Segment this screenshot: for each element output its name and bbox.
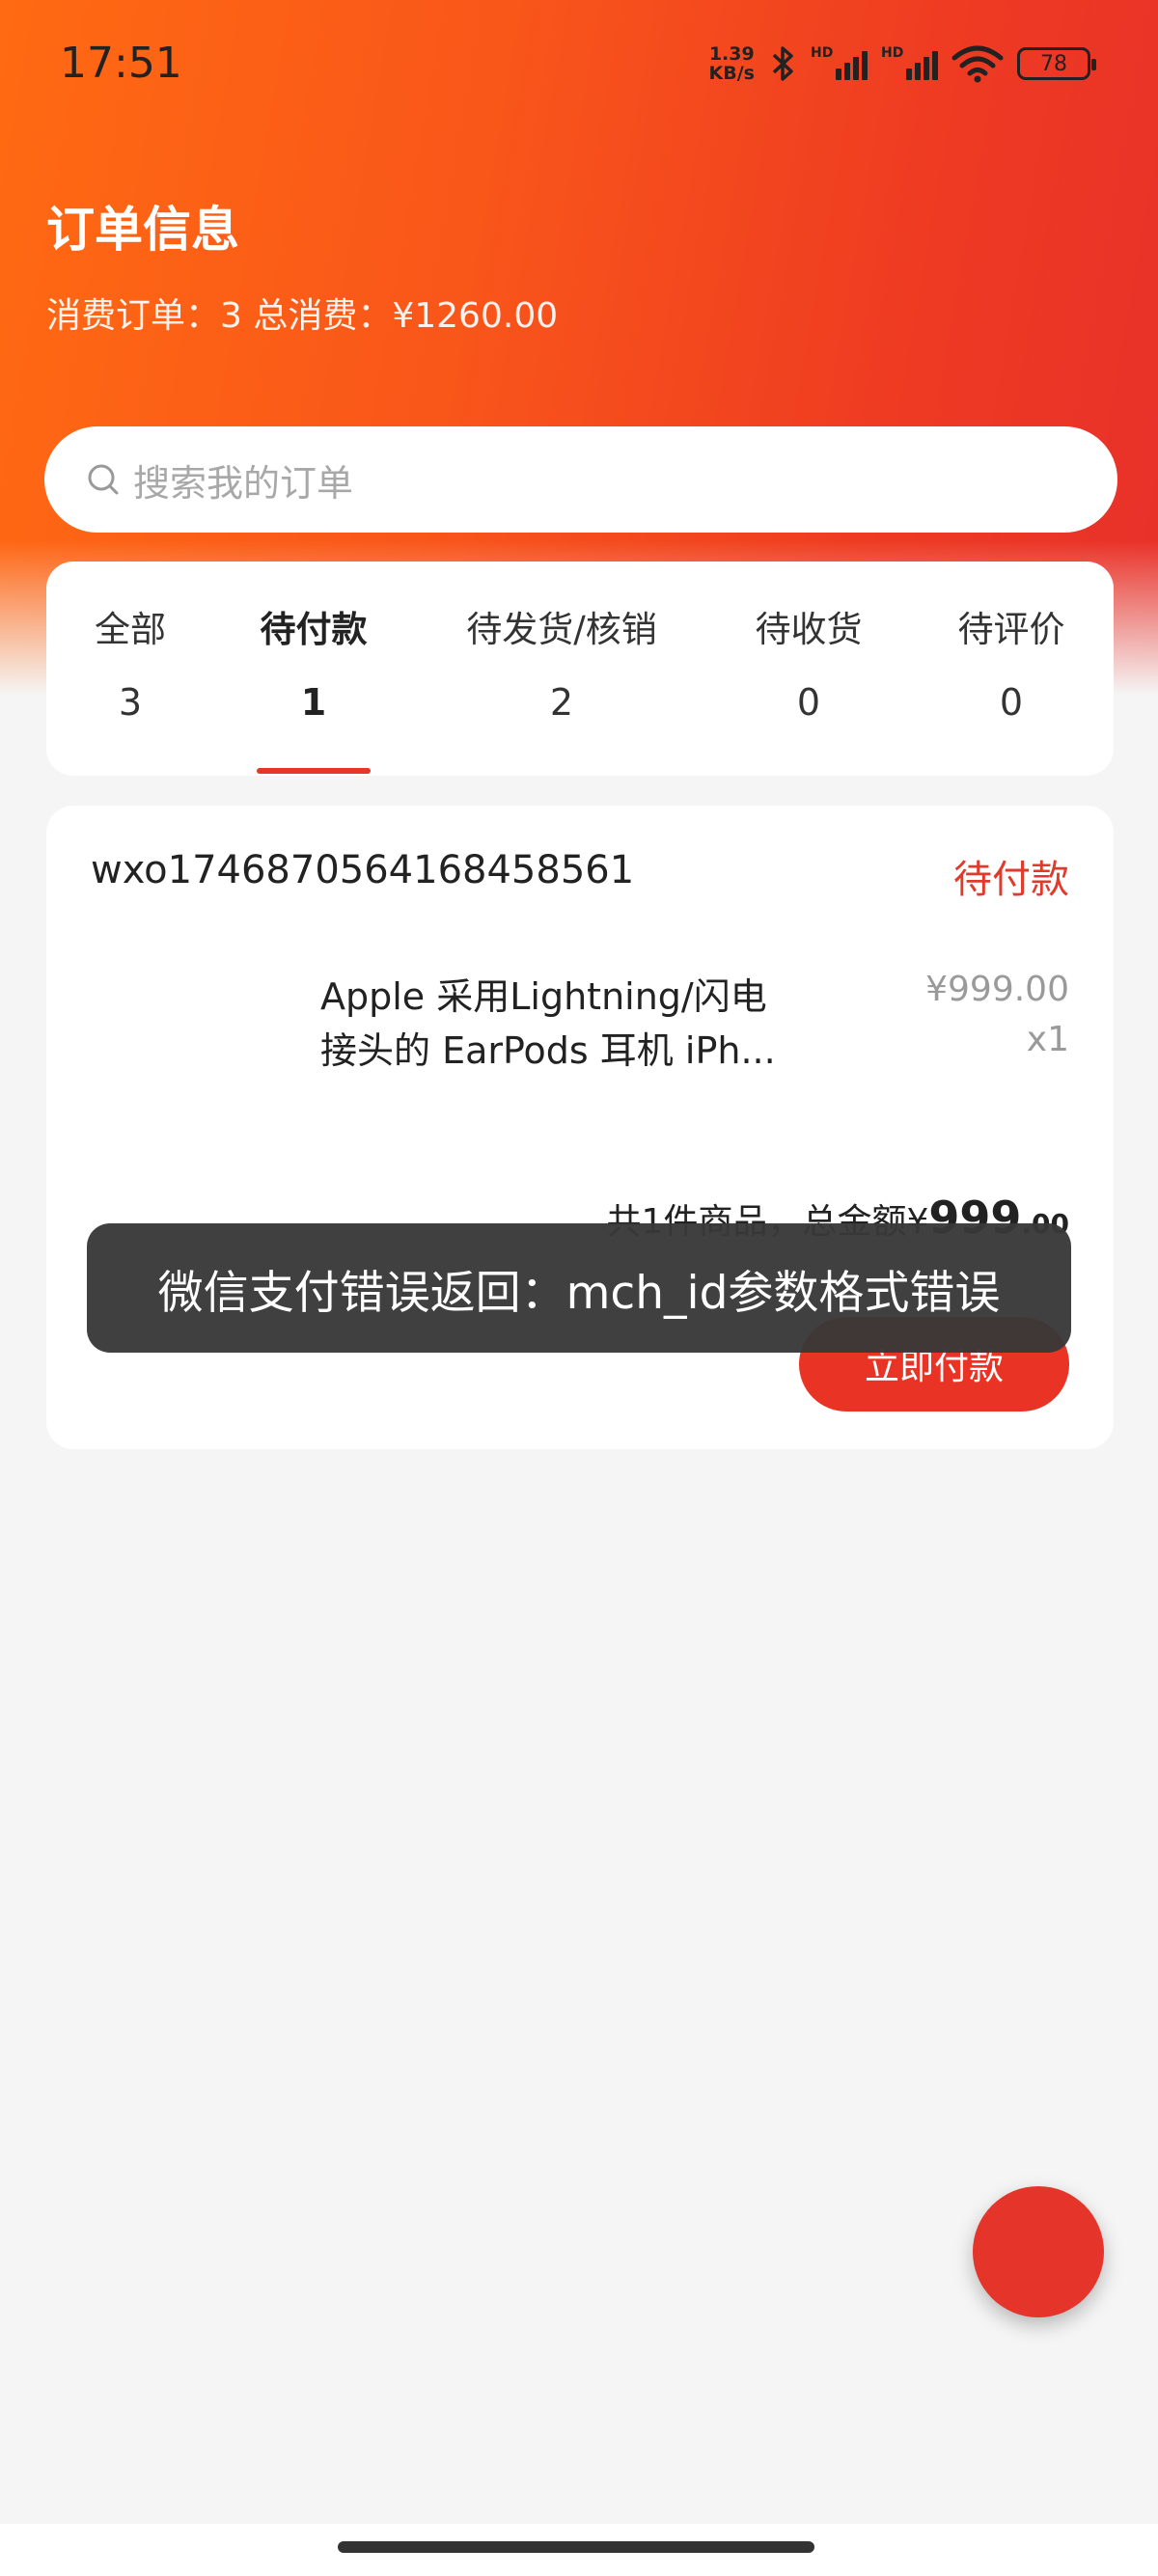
tab-pending-receipt[interactable]: 待收货 0	[756, 600, 863, 724]
tab-label: 待付款	[260, 609, 368, 650]
product-quantity: x1	[1026, 1020, 1069, 1059]
tab-count: 0	[999, 681, 1024, 724]
tab-count: 1	[300, 681, 327, 724]
tab-label: 待发货/核销	[466, 609, 657, 650]
network-speed: 1.39 KB/s	[709, 44, 755, 83]
cellular-signal-1-icon: HD	[811, 45, 868, 80]
tab-count: 2	[549, 681, 574, 724]
tab-count: 0	[796, 681, 821, 724]
status-bar: 17:51 1.39 KB/s HD HD 78	[0, 0, 1158, 135]
status-icons: 1.39 KB/s HD HD 78	[709, 44, 1096, 83]
tab-all[interactable]: 全部 3	[95, 600, 166, 724]
tab-count: 3	[118, 681, 143, 724]
search-bar[interactable]: 搜索我的订单	[44, 426, 1117, 533]
product-price: ¥999.00	[925, 970, 1069, 1009]
order-page: 17:51 1.39 KB/s HD HD 78 订单信息 消费订单：3 总消费…	[0, 0, 1158, 2576]
product-image[interactable]	[91, 970, 322, 1201]
error-toast: 微信支付错误返回：mch_id参数格式错误	[87, 1223, 1071, 1353]
product-name-line-2: 接头的 EarPods 耳机 iPh...	[320, 1029, 776, 1072]
battery-icon: 78	[1017, 47, 1096, 80]
wifi-icon	[951, 45, 1004, 83]
product-name-line-1: Apple 采用Lightning/闪电	[320, 975, 767, 1018]
order-status: 待付款	[953, 858, 1069, 902]
tab-label: 全部	[95, 609, 166, 650]
hd-label: HD	[811, 45, 834, 61]
network-speed-value: 1.39	[708, 43, 755, 65]
product-name[interactable]: Apple 采用Lightning/闪电 接头的 EarPods 耳机 iPh.…	[320, 970, 851, 1078]
home-indicator[interactable]	[338, 2541, 814, 2553]
status-time: 17:51	[60, 39, 182, 88]
floating-action-button[interactable]	[973, 2186, 1104, 2317]
tab-label: 待收货	[755, 609, 863, 650]
order-summary: 消费订单：3 总消费：¥1260.00	[46, 296, 559, 336]
network-speed-unit: KB/s	[708, 63, 755, 84]
tab-pending-shipment[interactable]: 待发货/核销 2	[466, 600, 656, 724]
order-number: wxo1746870564168458561	[91, 848, 635, 892]
active-tab-indicator	[257, 768, 371, 774]
tab-label: 待评价	[957, 609, 1065, 650]
order-tabs: 全部 3 待付款 1 待发货/核销 2 待收货 0 待评价 0	[46, 562, 1114, 776]
search-input[interactable]: 搜索我的订单	[133, 453, 353, 507]
cellular-signal-2-icon: HD	[881, 45, 938, 80]
battery-level: 78	[1040, 51, 1067, 76]
search-icon	[88, 464, 119, 495]
tab-pending-review[interactable]: 待评价 0	[958, 600, 1065, 724]
tab-pending-payment[interactable]: 待付款 1	[261, 600, 368, 724]
page-title: 订单信息	[46, 202, 239, 258]
hd-label: HD	[881, 45, 904, 61]
bluetooth-icon	[772, 46, 793, 81]
